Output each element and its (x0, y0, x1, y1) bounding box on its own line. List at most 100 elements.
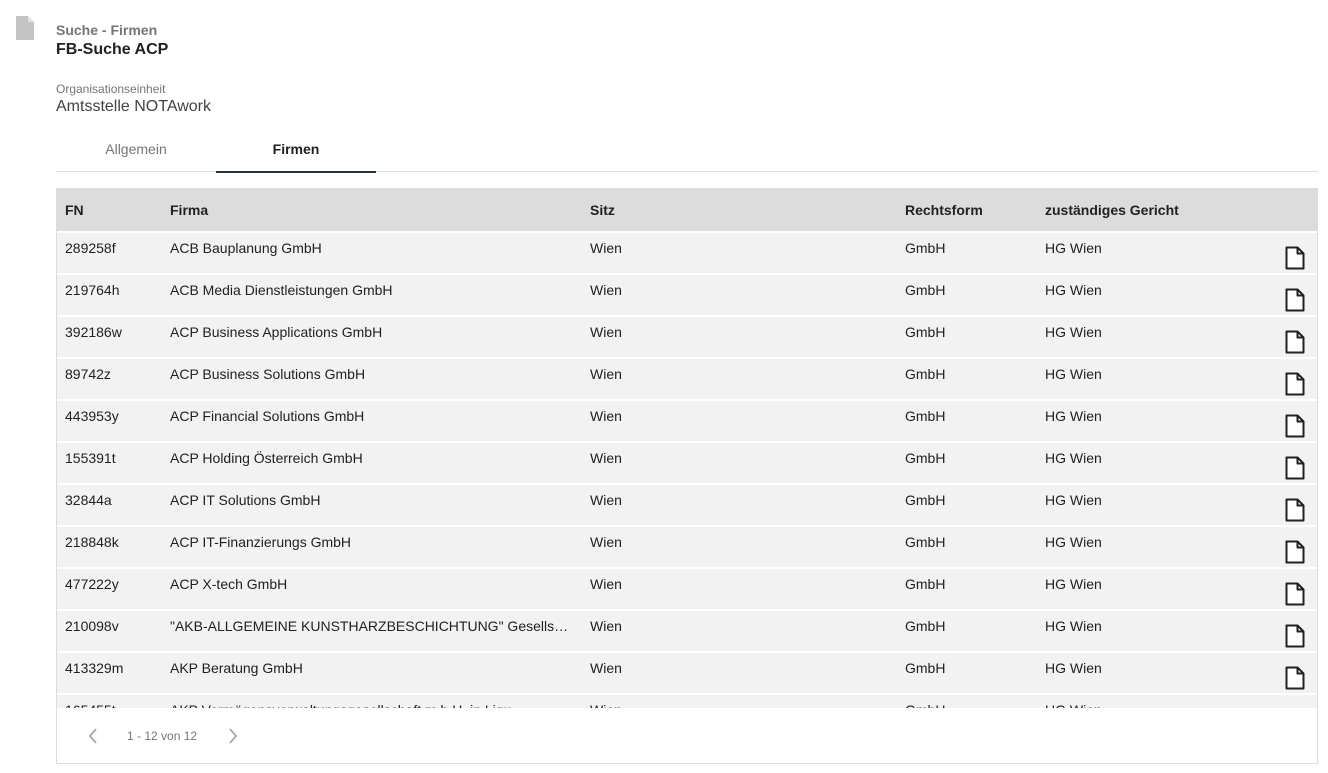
cell-rechtsform: GmbH (905, 366, 946, 382)
cell-rechtsform: GmbH (905, 240, 946, 256)
tab-firmen[interactable]: Firmen (216, 126, 376, 173)
document-icon (1285, 288, 1305, 312)
column-header-rechtsform[interactable]: Rechtsform (905, 202, 1045, 218)
cell-fn: 210098v (65, 618, 119, 634)
cell-firma: ACP Business Solutions GmbH (170, 366, 366, 382)
cell-fn: 289258f (65, 240, 116, 256)
document-icon (1285, 624, 1305, 648)
cell-fn: 219764h (65, 282, 120, 298)
document-icon (16, 16, 34, 40)
page: Suche - Firmen FB-Suche ACP Organisation… (0, 0, 1328, 773)
open-document-button[interactable] (1275, 359, 1315, 396)
org-unit: Organisationseinheit Amtsstelle NOTAwork (56, 82, 211, 117)
next-page-button[interactable] (221, 724, 245, 748)
cell-gericht: HG Wien (1045, 282, 1102, 298)
breadcrumb: Suche - Firmen (56, 22, 158, 38)
open-document-button[interactable] (1275, 569, 1315, 606)
table-row[interactable]: 89742z ACP Business Solutions GmbH Wien Gmb… (57, 357, 1317, 399)
document-icon (1285, 414, 1305, 438)
cell-sitz: Wien (590, 534, 622, 550)
cell-rechtsform: GmbH (905, 534, 946, 550)
open-document-button[interactable] (1275, 653, 1315, 690)
open-document-button[interactable] (1275, 695, 1315, 708)
cell-firma: AKP Beratung GmbH (170, 660, 303, 676)
cell-fn: 165455t (57, 695, 170, 708)
cell-gericht: HG Wien (1045, 534, 1102, 550)
table-row[interactable]: 219764h ACB Media Dienstleistungen GmbH Wi… (57, 273, 1317, 315)
document-icon (1285, 246, 1305, 270)
cell-sitz: Wien (590, 576, 622, 592)
cell-rechtsform: GmbH (905, 282, 946, 298)
cell-fn: 155391t (65, 450, 116, 466)
table-row[interactable]: 210098v "AKB-ALLGEMEINE KUNSTHARZBESCHICH… (57, 609, 1317, 651)
cell-gericht: HG Wien (1045, 618, 1102, 634)
column-header-sitz[interactable]: Sitz (590, 202, 905, 218)
tab-bar: Allgemein Firmen (56, 126, 1318, 173)
table-body: 289258f ACB Bauplanung GmbH Wien GmbH HG Wie… (57, 231, 1317, 708)
cell-fn: 477222y (65, 576, 119, 592)
column-header-fn[interactable]: FN (57, 202, 170, 218)
document-icon (1285, 498, 1305, 522)
table-row[interactable]: 392186w ACP Business Applications GmbH Wie… (57, 315, 1317, 357)
cell-rechtsform: GmbH (905, 695, 1045, 708)
cell-gericht: HG Wien (1045, 492, 1102, 508)
open-document-button[interactable] (1275, 233, 1315, 270)
document-icon (1285, 666, 1305, 690)
table-row[interactable]: 413329m AKP Beratung GmbH Wien GmbH HG Wien (57, 651, 1317, 693)
table-row[interactable]: 289258f ACB Bauplanung GmbH Wien GmbH HG Wie… (57, 231, 1317, 273)
prev-page-button[interactable] (81, 724, 105, 748)
open-document-button[interactable] (1275, 401, 1315, 438)
open-document-button[interactable] (1275, 611, 1315, 648)
cell-sitz: Wien (590, 408, 622, 424)
open-document-button[interactable] (1275, 485, 1315, 522)
results-table: FN Firma Sitz Rechtsform zuständiges Ger… (56, 188, 1318, 764)
cell-firma: ACP Holding Österreich GmbH (170, 450, 363, 466)
cell-rechtsform: GmbH (905, 660, 946, 676)
open-document-button[interactable] (1275, 275, 1315, 312)
chevron-right-icon (229, 727, 238, 744)
cell-gericht: HG Wien (1045, 660, 1102, 676)
cell-firma: ACP IT-Finanzierungs GmbH (170, 534, 352, 550)
cell-sitz: Wien (590, 282, 622, 298)
org-unit-label: Organisationseinheit (56, 82, 166, 96)
cell-firma: AKP Vermögensverwaltungsgesellschaft m.b… (170, 695, 590, 708)
column-header-firma[interactable]: Firma (170, 202, 590, 218)
cell-rechtsform: GmbH (905, 576, 946, 592)
cell-gericht: HG Wien (1045, 366, 1102, 382)
cell-gericht: HG Wien (1045, 450, 1102, 466)
cell-rechtsform: GmbH (905, 450, 946, 466)
cell-fn: 413329m (65, 660, 124, 676)
cell-gericht: HG Wien (1045, 240, 1102, 256)
document-icon (1285, 372, 1305, 396)
open-document-button[interactable] (1275, 443, 1315, 480)
document-icon (1285, 330, 1305, 354)
cell-sitz: Wien (590, 660, 622, 676)
table-row[interactable]: 32844a ACP IT Solutions GmbH Wien GmbH HG Wi… (57, 483, 1317, 525)
column-header-gericht[interactable]: zuständiges Gericht (1045, 202, 1275, 218)
cell-rechtsform: GmbH (905, 408, 946, 424)
pagination-range: 1 - 12 von 12 (127, 728, 198, 743)
table-header: FN Firma Sitz Rechtsform zuständiges Ger… (57, 189, 1317, 231)
table-scroll-area[interactable]: FN Firma Sitz Rechtsform zuständiges Ger… (57, 189, 1317, 708)
table-row[interactable]: 155391t ACP Holding Österreich GmbH Wien Gm… (57, 441, 1317, 483)
cell-firma: ACP IT Solutions GmbH (170, 492, 321, 508)
cell-fn: 89742z (65, 366, 111, 382)
open-document-button[interactable] (1275, 317, 1315, 354)
open-document-button[interactable] (1275, 527, 1315, 564)
cell-firma: ACP Business Applications GmbH (170, 324, 383, 340)
document-icon (1285, 582, 1305, 606)
table-row[interactable]: 218848k ACP IT-Finanzierungs GmbH Wien GmbH… (57, 525, 1317, 567)
cell-rechtsform: GmbH (905, 324, 946, 340)
cell-fn: 443953y (65, 408, 119, 424)
table-row[interactable]: 477222y ACP X-tech GmbH Wien GmbH HG Wien (57, 567, 1317, 609)
cell-fn: 218848k (65, 534, 119, 550)
cell-sitz: Wien (590, 492, 622, 508)
cell-sitz: Wien (590, 324, 622, 340)
cell-sitz: Wien (590, 366, 622, 382)
document-icon (1285, 456, 1305, 480)
table-row[interactable]: 165455tAKP Vermögensverwaltungsgesellsch… (57, 693, 1317, 708)
table-row[interactable]: 443953y ACP Financial Solutions GmbH Wien G… (57, 399, 1317, 441)
tab-allgemein[interactable]: Allgemein (56, 126, 216, 172)
cell-firma: ACP X-tech GmbH (170, 576, 288, 592)
cell-firma: ACB Bauplanung GmbH (170, 240, 322, 256)
